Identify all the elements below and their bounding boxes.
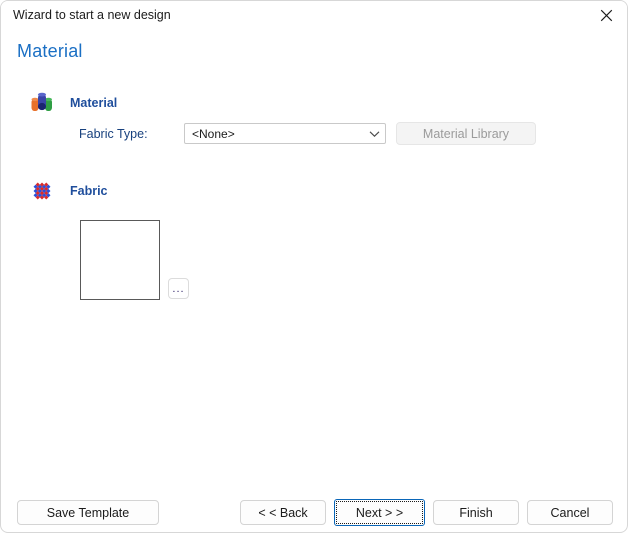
titlebar: Wizard to start a new design bbox=[1, 1, 627, 29]
wizard-dialog: Wizard to start a new design Material Ma… bbox=[0, 0, 628, 533]
cancel-button[interactable]: Cancel bbox=[527, 500, 613, 525]
material-library-button[interactable]: Material Library bbox=[396, 122, 536, 145]
close-icon[interactable] bbox=[583, 1, 627, 29]
save-template-button[interactable]: Save Template bbox=[17, 500, 159, 525]
section-header-fabric: Fabric bbox=[30, 179, 108, 203]
window-title: Wizard to start a new design bbox=[13, 7, 171, 22]
fabric-weave-icon bbox=[33, 182, 51, 200]
fabric-type-select[interactable]: <None> bbox=[184, 123, 386, 144]
chevron-down-icon bbox=[363, 130, 385, 138]
fabric-type-value: <None> bbox=[192, 126, 235, 141]
fabric-type-label: Fabric Type: bbox=[79, 127, 148, 141]
fabric-preview-box[interactable] bbox=[80, 220, 160, 300]
section-label-fabric: Fabric bbox=[70, 183, 108, 198]
fabric-browse-button[interactable]: ... bbox=[168, 278, 189, 299]
section-header-material: Material bbox=[30, 91, 117, 115]
back-button[interactable]: < < Back bbox=[240, 500, 326, 525]
page-title: Material bbox=[17, 41, 83, 61]
next-button-label: Next > > bbox=[355, 505, 404, 520]
next-button[interactable]: Next > > bbox=[334, 499, 425, 526]
finish-button[interactable]: Finish bbox=[433, 500, 519, 525]
section-label-material: Material bbox=[70, 95, 118, 110]
material-rolls-icon bbox=[31, 92, 52, 111]
